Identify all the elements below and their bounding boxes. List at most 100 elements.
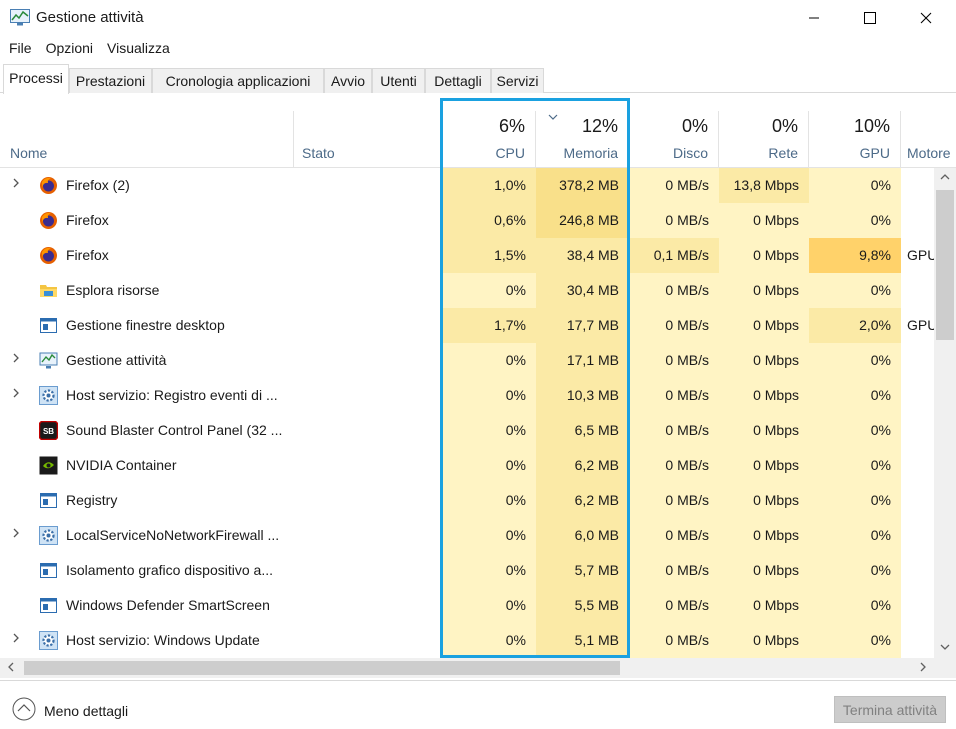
close-icon bbox=[920, 12, 932, 24]
process-name: Host servizio: Registro eventi di ... bbox=[66, 387, 278, 403]
process-row[interactable]: Host servizio: Windows Update 0% 5,1 MB 0 M… bbox=[0, 623, 934, 658]
gpu-value: 0% bbox=[809, 203, 901, 238]
tab-processes[interactable]: Processi bbox=[3, 64, 69, 94]
process-row[interactable]: NVIDIA Container 0% 6,2 MB 0 MB/s 0 Mbps 0% bbox=[0, 448, 934, 483]
scroll-left-icon[interactable] bbox=[6, 660, 16, 674]
cpu-value: 0,6% bbox=[443, 203, 536, 238]
scroll-up-icon[interactable] bbox=[939, 172, 951, 182]
network-value: 0 Mbps bbox=[719, 273, 809, 308]
column-name[interactable]: Nome bbox=[0, 111, 294, 168]
memory-value: 30,4 MB bbox=[536, 273, 629, 308]
chevron-right-icon[interactable] bbox=[12, 352, 20, 367]
tab-services[interactable]: Servizi bbox=[491, 68, 544, 93]
network-value: 0 Mbps bbox=[719, 343, 809, 378]
column-memory[interactable]: 12% Memoria bbox=[536, 111, 629, 168]
process-row[interactable]: SB Sound Blaster Control Panel (32 ... 0% 6… bbox=[0, 413, 934, 448]
window-title: Gestione attività bbox=[36, 9, 144, 26]
column-gpu-engine[interactable]: Motore bbox=[901, 111, 956, 168]
column-network[interactable]: 0% Rete bbox=[719, 111, 809, 168]
process-row[interactable]: Esplora risorse 0% 30,4 MB 0 MB/s 0 Mbps 0% bbox=[0, 273, 934, 308]
cpu-value: 0% bbox=[443, 588, 536, 623]
chevron-right-icon[interactable] bbox=[12, 527, 20, 542]
tab-performance[interactable]: Prestazioni bbox=[69, 68, 152, 93]
vertical-scroll-thumb[interactable] bbox=[936, 190, 954, 340]
column-gpu[interactable]: 10% GPU bbox=[809, 111, 901, 168]
less-details-link[interactable]: Meno dettagli bbox=[44, 703, 128, 719]
menu-view[interactable]: Visualizza bbox=[107, 38, 170, 60]
process-name: Isolamento grafico dispositivo a... bbox=[66, 562, 273, 578]
network-value: 0 Mbps bbox=[719, 308, 809, 343]
process-name: NVIDIA Container bbox=[66, 457, 177, 473]
memory-value: 10,3 MB bbox=[536, 378, 629, 413]
process-name: Firefox bbox=[66, 247, 109, 263]
network-value: 0 Mbps bbox=[719, 623, 809, 658]
tab-app-history[interactable]: Cronologia applicazioni bbox=[152, 68, 324, 93]
horizontal-scrollbar[interactable] bbox=[0, 658, 934, 678]
network-value: 13,8 Mbps bbox=[719, 168, 809, 203]
disk-value: 0 MB/s bbox=[629, 623, 719, 658]
cpu-value: 0% bbox=[443, 553, 536, 588]
task-manager-icon bbox=[10, 9, 30, 26]
cpu-value: 0% bbox=[443, 413, 536, 448]
column-disk[interactable]: 0% Disco bbox=[629, 111, 719, 168]
gpu-value: 0% bbox=[809, 273, 901, 308]
process-row[interactable]: Firefox 1,5% 38,4 MB 0,1 MB/s 0 Mbps 9,8% GPU bbox=[0, 238, 934, 273]
cpu-value: 1,7% bbox=[443, 308, 536, 343]
network-value: 0 Mbps bbox=[719, 483, 809, 518]
cpu-value: 0% bbox=[443, 378, 536, 413]
gpu-engine-value bbox=[901, 483, 934, 518]
gpu-value: 0% bbox=[809, 378, 901, 413]
network-value: 0 Mbps bbox=[719, 378, 809, 413]
menu-options[interactable]: Opzioni bbox=[46, 38, 93, 60]
chevron-right-icon[interactable] bbox=[12, 632, 20, 647]
tab-details[interactable]: Dettagli bbox=[425, 68, 491, 93]
process-row[interactable]: Gestione attività 0% 17,1 MB 0 MB/s 0 Mbps 0% bbox=[0, 343, 934, 378]
process-row[interactable]: Firefox (2) 1,0% 378,2 MB 0 MB/s 13,8 Mbps 0% bbox=[0, 168, 934, 203]
disk-value: 0 MB/s bbox=[629, 518, 719, 553]
gpu-value: 0% bbox=[809, 168, 901, 203]
folder-icon bbox=[40, 285, 57, 297]
process-name: LocalServiceNoNetworkFirewall ... bbox=[66, 527, 280, 543]
memory-value: 5,7 MB bbox=[536, 553, 629, 588]
tab-users[interactable]: Utenti bbox=[372, 68, 425, 93]
process-row[interactable]: Registry 0% 6,2 MB 0 MB/s 0 Mbps 0% bbox=[0, 483, 934, 518]
gpu-value: 0% bbox=[809, 623, 901, 658]
column-disk-label: Disco bbox=[672, 145, 708, 161]
gpu-engine-value bbox=[901, 623, 934, 658]
window-icon bbox=[40, 493, 57, 508]
disk-value: 0 MB/s bbox=[629, 273, 719, 308]
column-status[interactable]: Stato bbox=[294, 111, 443, 168]
minimize-button[interactable] bbox=[786, 0, 842, 36]
chevron-right-icon[interactable] bbox=[12, 387, 20, 402]
memory-value: 378,2 MB bbox=[536, 168, 629, 203]
column-cpu[interactable]: 6% CPU bbox=[443, 111, 536, 168]
process-row[interactable]: Gestione finestre desktop 1,7% 17,7 MB 0 MB… bbox=[0, 308, 934, 343]
process-row[interactable]: LocalServiceNoNetworkFirewall ... 0% 6,0 M… bbox=[0, 518, 934, 553]
svg-text:SB: SB bbox=[43, 427, 54, 436]
disk-value: 0 MB/s bbox=[629, 483, 719, 518]
horizontal-scroll-thumb[interactable] bbox=[24, 661, 620, 675]
gpu-engine-value bbox=[901, 588, 934, 623]
chevron-right-icon[interactable] bbox=[12, 177, 20, 192]
memory-value: 17,1 MB bbox=[536, 343, 629, 378]
memory-value: 6,5 MB bbox=[536, 413, 629, 448]
gpu-total: 10% bbox=[853, 116, 890, 136]
process-row[interactable]: Firefox 0,6% 246,8 MB 0 MB/s 0 Mbps 0% bbox=[0, 203, 934, 238]
process-row[interactable]: Windows Defender SmartScreen 0% 5,5 MB 0 MB… bbox=[0, 588, 934, 623]
process-row[interactable]: Isolamento grafico dispositivo a... 0% 5,7… bbox=[0, 553, 934, 588]
tab-strip: Processi Prestazioni Cronologia applicaz… bbox=[0, 64, 956, 94]
chevron-up-circle-icon[interactable] bbox=[12, 697, 36, 721]
memory-value: 6,2 MB bbox=[536, 448, 629, 483]
end-task-button[interactable]: Termina attività bbox=[834, 696, 946, 723]
process-row[interactable]: Host servizio: Registro eventi di ... 0% 1… bbox=[0, 378, 934, 413]
vertical-scrollbar[interactable] bbox=[934, 168, 956, 658]
gear-icon bbox=[39, 386, 58, 405]
cpu-value: 0% bbox=[443, 273, 536, 308]
scroll-down-icon[interactable] bbox=[939, 642, 951, 652]
scroll-right-icon[interactable] bbox=[918, 660, 928, 674]
maximize-button[interactable] bbox=[842, 0, 898, 36]
window-icon bbox=[40, 318, 57, 333]
tab-startup[interactable]: Avvio bbox=[324, 68, 372, 93]
close-button[interactable] bbox=[898, 0, 954, 36]
menu-file[interactable]: File bbox=[9, 38, 32, 60]
